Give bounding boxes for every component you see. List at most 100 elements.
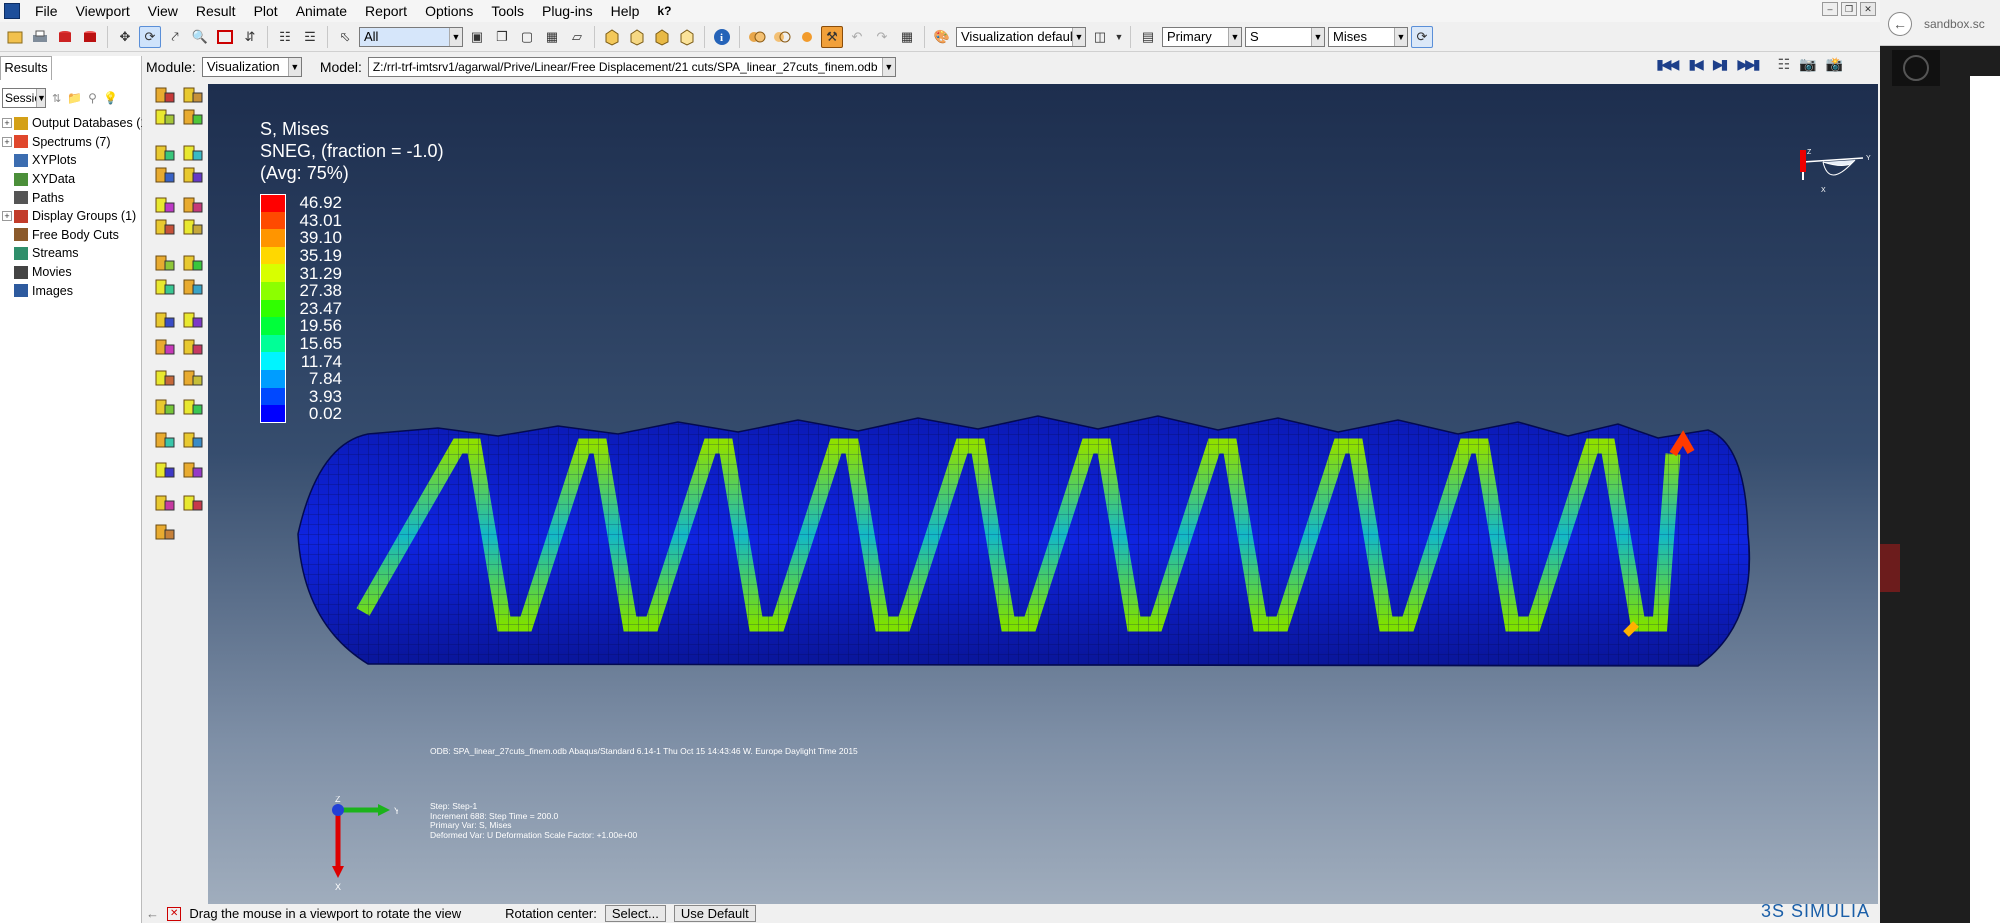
next-frame-icon[interactable]: ▶▮ <box>1713 56 1729 73</box>
free-body-cut-icon[interactable] <box>153 429 177 451</box>
pan-icon[interactable]: ✥ <box>114 26 136 48</box>
create-xydata-icon[interactable] <box>153 309 177 331</box>
context-help-icon[interactable]: k? <box>648 0 680 22</box>
model-combo[interactable]: Z:/rrl-trf-imtsrv1/agarwal/Prive/Linear/… <box>367 56 896 77</box>
auto-fit-icon[interactable]: ⇵ <box>239 26 261 48</box>
selection-filter-combo[interactable]: All ▼ <box>359 26 463 47</box>
query-icon[interactable] <box>181 492 205 514</box>
undo-icon[interactable]: ↶ <box>846 26 868 48</box>
menu-tools[interactable]: Tools <box>482 0 533 22</box>
close-icon[interactable]: ✕ <box>1860 2 1876 16</box>
animate-time-icon[interactable] <box>181 252 205 274</box>
hammer-icon[interactable]: ⚒ <box>821 25 843 48</box>
first-frame-icon[interactable]: ▮◀◀ <box>1656 56 1679 73</box>
previous-frame-icon[interactable]: ▮◀ <box>1688 56 1704 73</box>
open-database-icon[interactable] <box>54 26 76 48</box>
tree-item[interactable]: XYPlots <box>0 151 142 170</box>
cycle-views-icon[interactable]: ☷ <box>274 26 296 48</box>
front-view-icon[interactable] <box>626 26 648 48</box>
viewport[interactable]: S, Mises SNEG, (fraction = -1.0) (Avg: 7… <box>208 84 1878 904</box>
magnify-icon[interactable]: ⤤ <box>164 26 186 48</box>
back-icon[interactable]: ← <box>1888 12 1912 36</box>
xy-plot-icon[interactable] <box>181 309 205 331</box>
plot-contour-icon[interactable] <box>153 106 177 128</box>
render-wireframe-icon[interactable] <box>746 26 768 48</box>
select-dotted-icon[interactable]: ▦ <box>541 26 563 48</box>
select-rotation-center-button[interactable]: Select... <box>604 905 666 922</box>
select-overlap-icon[interactable]: ❐ <box>491 26 513 48</box>
tree-item[interactable]: XYData <box>0 170 142 189</box>
select-tilted-icon[interactable]: ▱ <box>566 26 588 48</box>
tree-item[interactable]: Free Body Cuts <box>0 226 142 245</box>
sync-field-icon[interactable]: ⟳ <box>1411 25 1433 48</box>
plot-undeformed-icon[interactable] <box>153 84 177 106</box>
plot-material-orientation-icon[interactable] <box>153 142 177 164</box>
superimpose-icon[interactable] <box>181 194 205 216</box>
frame-options-icon[interactable]: ☷ <box>1778 56 1790 73</box>
menu-options[interactable]: Options <box>416 0 482 22</box>
sort-icon[interactable]: ⇅ <box>52 92 61 105</box>
tower-view-icon[interactable]: ☲ <box>299 26 321 48</box>
menu-report[interactable]: Report <box>356 0 416 22</box>
menu-result[interactable]: Result <box>187 0 245 22</box>
replace-group-icon[interactable] <box>181 396 205 418</box>
report-xy-icon[interactable] <box>181 367 205 389</box>
view-manager-icon[interactable]: ▦ <box>896 26 918 48</box>
session-combo[interactable]: Sessio ▼ <box>2 88 46 108</box>
tree-item[interactable]: + Spectrums (7) <box>0 133 142 152</box>
menu-plug-ins[interactable]: Plug-ins <box>533 0 602 22</box>
orientation-options-icon[interactable] <box>181 164 205 186</box>
common-options-icon[interactable] <box>153 194 177 216</box>
tree-item[interactable]: Streams <box>0 244 142 263</box>
prompt-back-icon[interactable]: ← <box>146 906 159 921</box>
tree-item[interactable]: Movies <box>0 263 142 282</box>
box-zoom-icon[interactable] <box>214 26 236 48</box>
tree-item[interactable]: + Display Groups (1) <box>0 207 142 226</box>
selection-option-icon[interactable]: ▣ <box>466 26 488 48</box>
field-output-icon[interactable]: ▤ <box>1137 26 1159 48</box>
home-icon[interactable] <box>1892 50 1940 86</box>
animation-options-icon[interactable] <box>181 276 205 298</box>
plot-symbol-icon[interactable] <box>181 106 205 128</box>
probe-values-icon[interactable] <box>153 492 177 514</box>
last-frame-icon[interactable]: ▶▶▮ <box>1737 56 1760 73</box>
save-database-icon[interactable] <box>79 26 101 48</box>
tree-item[interactable]: Images <box>0 281 142 300</box>
tip-icon[interactable]: 💡 <box>103 91 118 105</box>
tool-pencil-icon[interactable] <box>153 521 177 543</box>
report-field-icon[interactable] <box>153 367 177 389</box>
menu-view[interactable]: View <box>139 0 187 22</box>
select-box-icon[interactable]: ▢ <box>516 26 538 48</box>
use-default-button[interactable]: Use Default <box>673 905 756 922</box>
side-collapse-handle[interactable] <box>1880 544 1900 592</box>
menu-viewport[interactable]: Viewport <box>67 0 139 22</box>
contour-options-icon[interactable] <box>181 142 205 164</box>
variable-position-combo[interactable]: Primary ▼ <box>1162 26 1242 47</box>
side-view-icon[interactable] <box>676 26 698 48</box>
results-tab[interactable]: Results <box>0 56 52 80</box>
render-shaded-icon[interactable] <box>796 26 818 48</box>
overlay-plot-icon[interactable] <box>153 216 177 238</box>
screenshot-icon[interactable]: 📷 <box>1799 56 1817 73</box>
expand-icon[interactable]: + <box>2 136 12 147</box>
rotate-icon[interactable]: ⟳ <box>139 25 161 48</box>
menu-file[interactable]: File <box>26 0 67 22</box>
animate-scale-icon[interactable] <box>153 252 177 274</box>
zoom-icon[interactable]: 🔍 <box>189 26 211 48</box>
tree-item[interactable]: Paths <box>0 188 142 207</box>
symbol-options-icon[interactable] <box>153 164 177 186</box>
query-info-icon[interactable]: i <box>711 26 733 48</box>
visualization-defaults-combo[interactable]: Visualization defaults ▼ <box>956 26 1086 47</box>
create-display-group-icon[interactable] <box>153 396 177 418</box>
minimize-icon[interactable]: – <box>1822 2 1838 16</box>
iso-view-icon[interactable] <box>601 26 623 48</box>
new-model-icon[interactable] <box>4 26 26 48</box>
module-combo[interactable]: Visualization ▼ <box>201 56 302 77</box>
print-icon[interactable] <box>29 26 51 48</box>
view-cut-options-icon[interactable] <box>181 459 205 481</box>
menu-plot[interactable]: Plot <box>245 0 287 22</box>
invariant-combo[interactable]: Mises ▼ <box>1328 26 1408 47</box>
abaqus-app-icon[interactable] <box>4 3 20 19</box>
expand-icon[interactable]: + <box>2 211 12 222</box>
animate-harmonic-icon[interactable] <box>153 276 177 298</box>
